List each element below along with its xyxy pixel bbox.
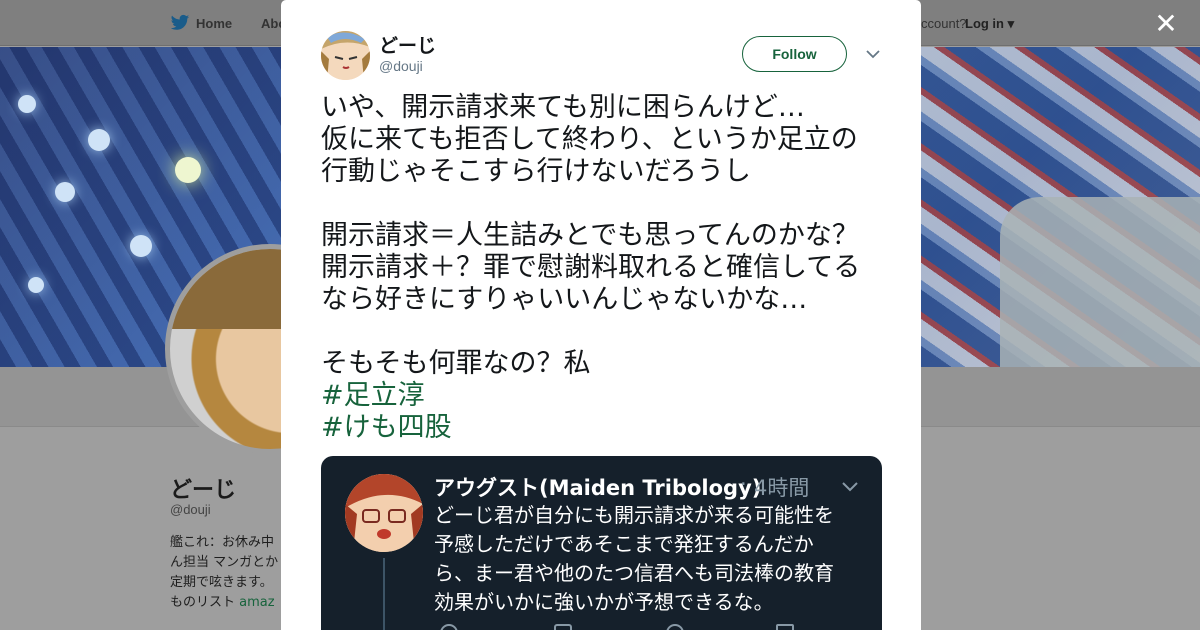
nav-home-label: Home bbox=[196, 15, 233, 31]
nav-home-link[interactable]: Home bbox=[170, 14, 232, 32]
bio-line: 艦これ：お休み中 bbox=[170, 535, 275, 550]
share-icon bbox=[776, 624, 794, 630]
hashtag-link[interactable]: #けも四股 bbox=[321, 412, 891, 444]
avatar-illustration bbox=[321, 31, 370, 80]
banner-light bbox=[55, 182, 75, 202]
embed-timestamp: 4時間 bbox=[754, 476, 810, 500]
embed-action-bar bbox=[434, 624, 834, 630]
attached-image[interactable]: アウグスト(Maiden Tribology) · 4時間 どーじ君が自分にも開… bbox=[321, 456, 882, 630]
tweet-line: 開示請求＋？罪で慰謝料取れると確信してる bbox=[321, 252, 861, 283]
twitter-bird-icon bbox=[170, 14, 190, 30]
tweet-line: いや、開示請求来ても別に困らんけど… bbox=[321, 92, 805, 123]
embed-author-name: アウグスト(Maiden Tribology) bbox=[434, 476, 762, 500]
author-avatar[interactable] bbox=[321, 31, 370, 80]
bio-line: ん担当 マンガとか bbox=[170, 555, 279, 570]
embed-line: 予感しただけであそこまで発狂するんだか bbox=[434, 532, 814, 556]
hashtag-link[interactable]: #足立淳 bbox=[321, 380, 891, 412]
thread-line bbox=[383, 558, 385, 630]
login-dropdown[interactable]: Log in ▾ bbox=[965, 16, 1014, 32]
login-label: Log in bbox=[965, 16, 1004, 31]
caret-down-icon: ▾ bbox=[1004, 16, 1015, 31]
tweet-line: 行動じゃそこすら行けないだろうし bbox=[321, 156, 751, 187]
like-icon bbox=[666, 624, 684, 630]
close-icon[interactable]: ✕ bbox=[1154, 10, 1178, 38]
follow-button[interactable]: Follow bbox=[742, 36, 847, 72]
tweet-line bbox=[321, 316, 891, 348]
embed-separator: · bbox=[740, 472, 747, 496]
embed-avatar bbox=[345, 474, 423, 552]
embed-text: どーじ君が自分にも開示請求が来る可能性を 予感しただけであそこまで発狂するんだか… bbox=[434, 501, 864, 617]
tweet-line bbox=[321, 188, 891, 220]
author-handle[interactable]: @douji bbox=[379, 58, 423, 74]
tweet-line: そもそも何罪なの？私 bbox=[321, 348, 591, 379]
tweet-line: 開示請求＝人生詰みとでも思ってんのかな？ bbox=[321, 220, 859, 251]
banner-light bbox=[130, 235, 152, 257]
profile-bio: 艦これ：お休み中 ん担当 マンガとか 定期で呟きます。 ものリスト amaz bbox=[170, 533, 282, 613]
tweet-modal: どーじ @douji Follow いや、開示請求来ても別に困らんけど… 仮に来… bbox=[281, 0, 921, 630]
banner-light bbox=[175, 157, 201, 183]
profile-name: どーじ bbox=[170, 478, 237, 503]
tweet-line: 仮に来ても拒否して終わり、というか足立の bbox=[321, 124, 858, 155]
chevron-down-icon[interactable] bbox=[865, 46, 881, 62]
author-name[interactable]: どーじ bbox=[379, 31, 436, 58]
embed-line: ら、まー君や他のたつ信君へも司法棒の教育 bbox=[434, 561, 834, 585]
bio-line: 定期で呟きます。 bbox=[170, 575, 273, 590]
embed-line: どーじ君が自分にも開示請求が来る可能性を bbox=[434, 503, 834, 527]
reply-icon bbox=[440, 624, 458, 630]
banner-character-art bbox=[1000, 197, 1200, 367]
avatar-illustration bbox=[345, 474, 423, 552]
bio-link[interactable]: amaz bbox=[239, 595, 274, 610]
banner-light bbox=[18, 95, 36, 113]
banner-light bbox=[28, 277, 44, 293]
embed-line: 効果がいかに強いかが予想できるな。 bbox=[434, 590, 774, 614]
tweet-text: いや、開示請求来ても別に困らんけど… 仮に来ても拒否して終わり、というか足立の … bbox=[321, 92, 891, 444]
retweet-icon bbox=[554, 624, 572, 630]
tweet-line: なら好きにすりゃいいんじゃないかな… bbox=[321, 284, 808, 315]
banner-light bbox=[88, 129, 110, 151]
profile-handle: @douji bbox=[170, 502, 211, 517]
chevron-down-icon bbox=[842, 482, 858, 492]
have-account-text: ccount? bbox=[921, 16, 967, 31]
bio-line: ものリスト bbox=[170, 595, 240, 610]
